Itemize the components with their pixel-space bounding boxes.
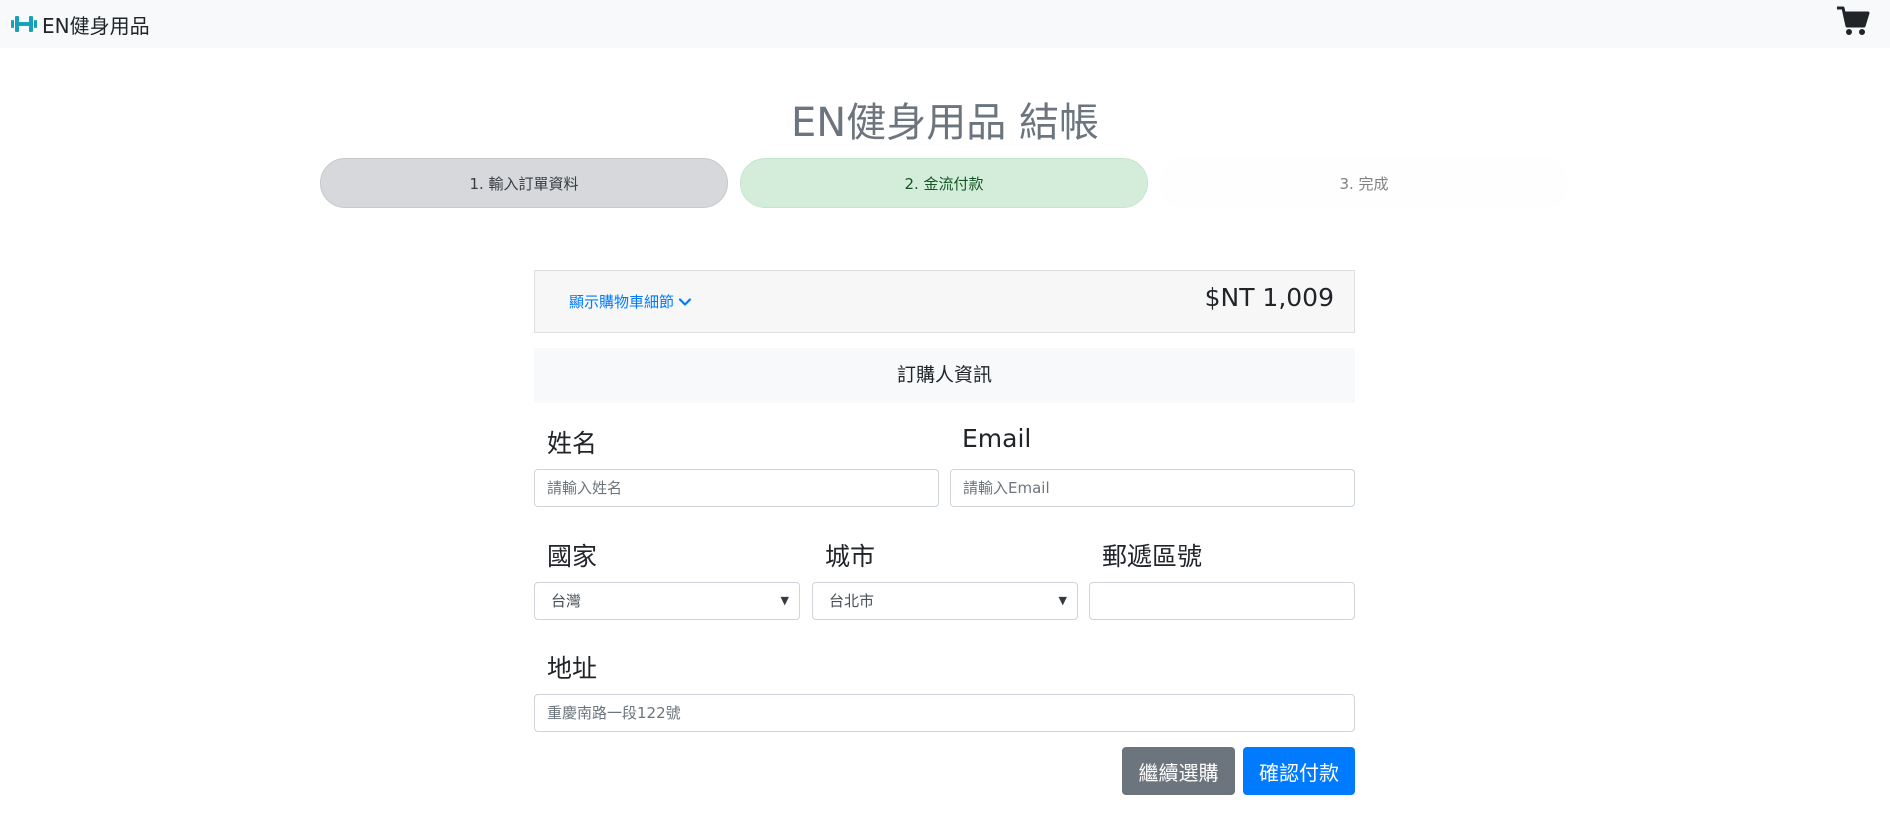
buyer-info-header: 訂購人資訊 <box>534 348 1355 403</box>
caret-down-icon: ▼ <box>780 594 789 607</box>
chevron-down-icon <box>678 295 692 309</box>
country-selected: 台灣 <box>551 592 582 610</box>
dumbbell-icon <box>10 13 38 35</box>
navbar: EN健身用品 <box>0 0 1890 48</box>
order-total: $NT 1,009 <box>1204 283 1334 312</box>
step-order-info: 1. 輸入訂單資料 <box>320 158 728 208</box>
brand[interactable]: EN健身用品 <box>10 8 150 40</box>
show-cart-details-label: 顯示購物車細節 <box>569 293 675 311</box>
city-select[interactable]: 台北市 ▼ <box>812 582 1078 620</box>
address-input[interactable] <box>534 694 1355 732</box>
name-label: 姓名 <box>547 429 598 458</box>
city-label: 城市 <box>825 542 876 571</box>
caret-down-icon: ▼ <box>1058 594 1067 607</box>
cart-icon[interactable] <box>1836 4 1870 38</box>
page-title: EN健身用品 結帳 <box>791 100 1099 146</box>
email-label: Email <box>962 424 1032 453</box>
city-selected: 台北市 <box>829 592 875 610</box>
cart-summary: 顯示購物車細節 $NT 1,009 <box>534 270 1355 333</box>
confirm-payment-button[interactable]: 確認付款 <box>1243 747 1355 795</box>
email-input[interactable] <box>950 469 1355 507</box>
brand-name: EN健身用品 <box>42 13 150 38</box>
step-complete: 3. 完成 <box>1160 158 1568 208</box>
postal-label: 郵遞區號 <box>1102 542 1203 571</box>
address-label: 地址 <box>547 654 598 683</box>
step-payment: 2. 金流付款 <box>740 158 1148 208</box>
name-input[interactable] <box>534 469 939 507</box>
country-label: 國家 <box>547 542 598 571</box>
show-cart-details-link[interactable]: 顯示購物車細節 <box>569 291 692 312</box>
postal-input[interactable] <box>1089 582 1355 620</box>
country-select[interactable]: 台灣 ▼ <box>534 582 800 620</box>
continue-shopping-button[interactable]: 繼續選購 <box>1122 747 1235 795</box>
